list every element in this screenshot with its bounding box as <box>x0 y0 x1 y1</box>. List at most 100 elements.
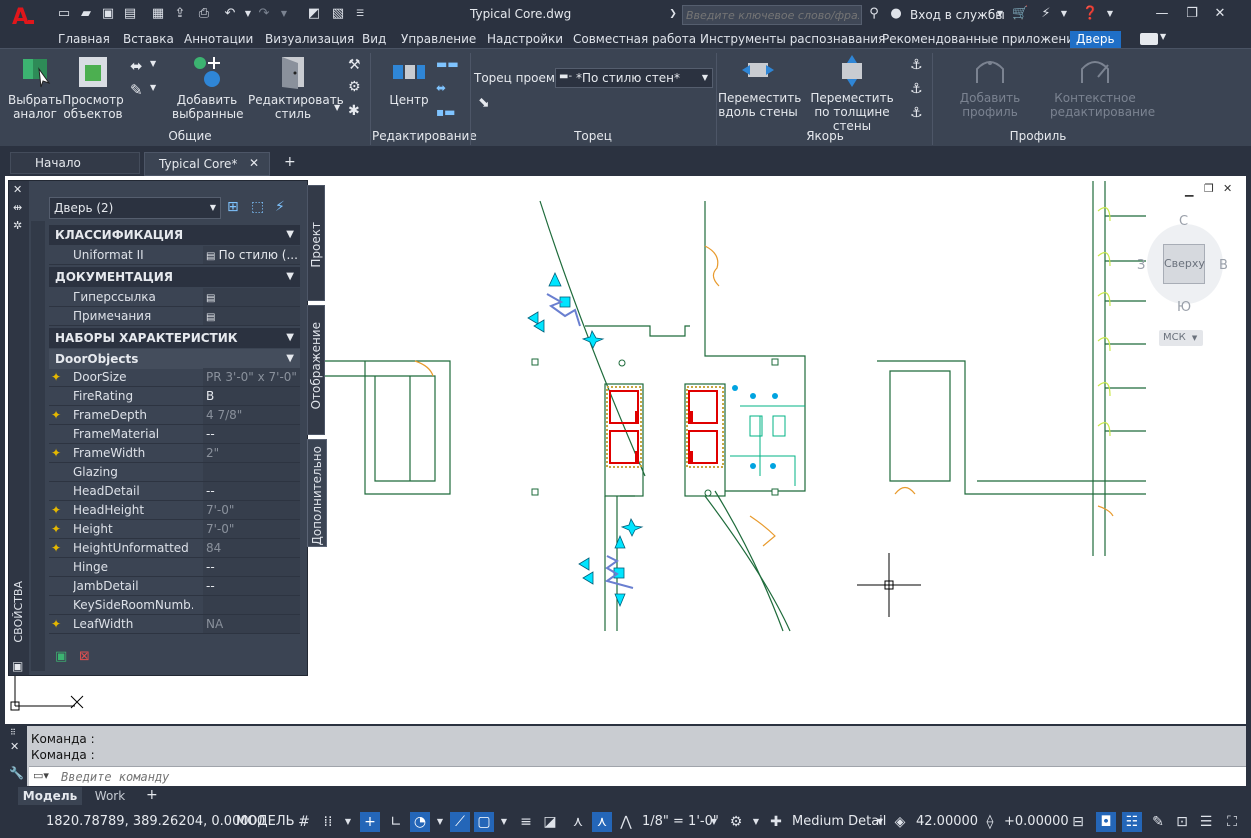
viewport-restore-icon[interactable]: ❐ <box>1204 182 1214 195</box>
property-value[interactable]: PR 3'-0" x 7'-0" <box>203 368 300 386</box>
coordinates-readout[interactable]: 1820.78789, 389.26204, 0.00000 <box>46 814 265 829</box>
dynamic-input-icon[interactable]: + <box>360 812 380 832</box>
annotation-monitor-icon[interactable]: ✚ <box>766 812 786 832</box>
toggle-pickadd-icon[interactable]: ⊞ <box>227 199 239 215</box>
palette-tab-design[interactable]: Проект <box>307 185 325 301</box>
viewcube-south[interactable]: Ю <box>1177 300 1191 315</box>
property-value[interactable]: 2" <box>203 444 300 462</box>
tab-visualize[interactable]: Визуализация <box>265 31 354 48</box>
cart-icon[interactable]: 🛒 <box>1012 6 1028 22</box>
palette-close-icon[interactable]: ✕ <box>13 183 22 196</box>
search-icon[interactable]: ⚲ <box>866 6 882 22</box>
property-value[interactable]: ▤ По стилю (... <box>203 246 300 264</box>
scale-dropdown-icon[interactable]: ▼ <box>704 812 724 832</box>
end-style-select[interactable]: ▬- *По стилю стен* ▼ <box>555 68 713 88</box>
restore-window-icon[interactable]: ❐ <box>1184 6 1200 22</box>
add-property-set-icon[interactable]: ▣ <box>55 649 67 664</box>
command-grip-icon[interactable]: ⠿ <box>10 728 16 737</box>
properties-palette[interactable]: ✕ ⇹ ✲ СВОЙСТВА ▣ Дверь (2) ▼ ⊞ ⬚ ⚡ КЛАСС… <box>8 180 327 676</box>
ortho-icon[interactable]: ∟ <box>386 812 406 832</box>
property-value[interactable]: B <box>203 387 300 405</box>
property-row[interactable]: Примечания ▤ <box>49 307 300 326</box>
surface-hatch-icon[interactable]: ⊟ <box>1068 812 1088 832</box>
property-row[interactable]: ✦ Height 7'-0" <box>49 520 300 539</box>
property-row[interactable]: ✦ FrameDepth 4 7/8" <box>49 406 300 425</box>
style-tool-a-icon[interactable]: ⚒ <box>348 57 361 73</box>
new-file-icon[interactable]: ▭ <box>56 6 72 22</box>
model-space-toggle[interactable]: МОДЕЛЬ <box>236 814 295 829</box>
elevation-value[interactable]: 42.00000 <box>916 814 978 829</box>
viewcube-west[interactable]: З <box>1137 258 1145 273</box>
property-row[interactable]: FireRating B <box>49 387 300 406</box>
lineweight-icon[interactable]: ≡ <box>516 812 536 832</box>
auto-scale-icon[interactable]: ⋏ <box>592 812 612 832</box>
remove-property-set-icon[interactable]: ⊠ <box>79 649 90 664</box>
edit-style-dropdown-icon[interactable]: ▼ <box>334 103 340 112</box>
isodraft-icon[interactable]: ⟋ <box>450 812 470 832</box>
new-layout-icon[interactable]: + <box>146 787 158 803</box>
object-tools-icon[interactable]: ⬌ <box>130 57 143 75</box>
property-row[interactable]: ✦ FrameWidth 2" <box>49 444 300 463</box>
tab-recognition-tools[interactable]: Инструменты распознавания <box>700 31 885 48</box>
tab-insert[interactable]: Вставка <box>123 31 174 48</box>
tab-home[interactable]: Главная <box>58 31 110 48</box>
context-edit-button[interactable]: Контекстное редактирование <box>1050 55 1155 119</box>
edit-tool-c-icon[interactable]: ▪▬ <box>436 105 455 119</box>
palette-tab-display[interactable]: Отображение <box>307 305 325 435</box>
property-row[interactable]: HeadDetail -- <box>49 482 300 501</box>
search-field[interactable] <box>683 6 859 24</box>
tab-manage[interactable]: Управление <box>401 31 476 48</box>
quick-select-icon[interactable]: ⚡ <box>275 199 285 215</box>
paint-tool-dropdown-icon[interactable]: ▼ <box>150 83 156 92</box>
select-objects-icon[interactable]: ⬚ <box>251 199 264 215</box>
print-icon[interactable]: ⎙ <box>196 6 212 22</box>
property-value[interactable]: NA <box>203 615 300 633</box>
help-icon[interactable]: ❓ <box>1082 6 1098 22</box>
export-icon[interactable]: ⇪ <box>172 6 188 22</box>
object-tools-dropdown-icon[interactable]: ▼ <box>150 59 156 68</box>
property-row[interactable]: Гиперссылка ▤ <box>49 288 300 307</box>
move-across-wall-button[interactable]: Переместить по толщине стены <box>798 55 906 133</box>
tab-view[interactable]: Вид <box>362 31 386 48</box>
grid-icon[interactable]: # <box>294 812 314 832</box>
tab-addins[interactable]: Надстройки <box>487 31 563 48</box>
properties-icon[interactable]: ▧ <box>330 6 346 22</box>
section-door-objects[interactable]: DoorObjects ▼ <box>49 349 300 369</box>
command-customize-icon[interactable]: 🔧 <box>9 766 24 780</box>
command-input[interactable] <box>61 768 1231 785</box>
palette-scroll-strip[interactable] <box>31 221 45 671</box>
anchor-tool-b-icon[interactable]: ⚓ <box>910 81 923 97</box>
property-value[interactable]: 4 7/8" <box>203 406 300 424</box>
detail-dropdown-icon[interactable]: ▼ <box>870 812 890 832</box>
palette-autohide-icon[interactable]: ⇹ <box>13 201 22 214</box>
object-snap-icon[interactable]: ▢ <box>474 812 494 832</box>
style-tool-b-icon[interactable]: ⚙ <box>348 79 361 95</box>
property-value[interactable]: -- <box>203 482 300 500</box>
batch-plot-icon[interactable]: ▦ <box>150 6 166 22</box>
property-row[interactable]: ✦ LeafWidth NA <box>49 615 300 634</box>
property-row[interactable]: ✦ HeightUnformatted 84 <box>49 539 300 558</box>
property-value[interactable]: -- <box>203 577 300 595</box>
select-similar-button[interactable]: Выбрать аналог <box>8 55 62 121</box>
new-tab-icon[interactable]: + <box>284 154 296 170</box>
property-row[interactable]: KeySideRoomNumb... <box>49 596 300 615</box>
viewport-close-icon[interactable]: ✕ <box>1223 182 1232 195</box>
property-row[interactable]: Glazing <box>49 463 300 482</box>
customization-icon[interactable]: ☰ <box>1196 812 1216 832</box>
save-as-icon[interactable]: ▤ <box>122 6 138 22</box>
workspace-icon[interactable]: ◩ <box>306 6 322 22</box>
autodesk-app-icon[interactable]: ⚡ <box>1038 6 1054 22</box>
section-property-sets[interactable]: НАБОРЫ ХАРАКТЕРИСТИК ▼ <box>49 328 300 348</box>
help-dropdown-icon[interactable]: ▼ <box>1102 6 1118 22</box>
edit-tool-a-icon[interactable]: ▬▬ <box>436 57 459 71</box>
property-row[interactable]: ✦ HeadHeight 7'-0" <box>49 501 300 520</box>
command-close-icon[interactable]: ✕ <box>10 740 19 753</box>
section-documentation[interactable]: ДОКУМЕНТАЦИЯ ▼ <box>49 267 300 287</box>
search-input[interactable] <box>682 5 862 25</box>
tab-collaborate[interactable]: Совместная работа <box>573 31 696 48</box>
view-objects-button[interactable]: Просмотр объектов <box>62 55 124 121</box>
property-value[interactable]: -- <box>203 425 300 443</box>
property-row[interactable]: Hinge -- <box>49 558 300 577</box>
offset-value[interactable]: +0.00000 <box>1004 814 1069 829</box>
viewcube-north[interactable]: С <box>1179 214 1188 229</box>
